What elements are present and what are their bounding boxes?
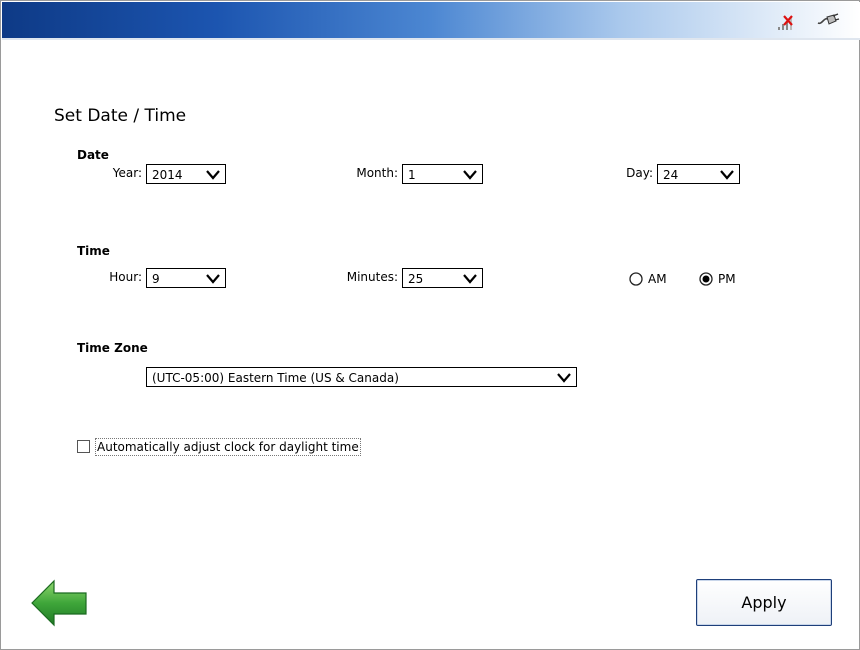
date-section-label: Date (77, 148, 109, 162)
year-select[interactable]: 2014 (146, 164, 226, 184)
timezone-select[interactable]: (UTC-05:00) Eastern Time (US & Canada) (146, 367, 577, 387)
timezone-value: (UTC-05:00) Eastern Time (US & Canada) (152, 371, 399, 385)
chevron-down-icon (557, 373, 571, 383)
page-title: Set Date / Time (54, 106, 187, 126)
daylight-checkbox[interactable] (77, 440, 90, 453)
day-label: Day: (626, 166, 653, 180)
am-radio[interactable] (629, 272, 643, 286)
year-value: 2014 (152, 168, 183, 182)
daylight-label[interactable]: Automatically adjust clock for daylight … (95, 438, 361, 456)
hour-label: Hour: (109, 270, 142, 284)
no-signal-icon (778, 15, 793, 30)
month-label: Month: (356, 166, 398, 180)
timezone-section-label: Time Zone (77, 341, 148, 355)
day-select[interactable]: 24 (657, 164, 740, 184)
apply-button[interactable]: Apply (696, 579, 832, 626)
header-divider (2, 38, 860, 40)
hour-value: 9 (152, 272, 160, 286)
minutes-label: Minutes: (346, 270, 398, 284)
hour-select[interactable]: 9 (146, 268, 226, 288)
chevron-down-icon (206, 170, 220, 180)
day-value: 24 (663, 168, 679, 182)
back-arrow-icon[interactable] (30, 578, 88, 628)
chevron-down-icon (463, 170, 477, 180)
header-bar (2, 2, 860, 40)
chevron-down-icon (463, 274, 477, 284)
chevron-down-icon (720, 170, 734, 180)
minutes-select[interactable]: 25 (402, 268, 483, 288)
window (0, 0, 860, 650)
am-label: AM (648, 272, 667, 286)
pm-radio[interactable] (699, 272, 713, 286)
chevron-down-icon (206, 274, 220, 284)
month-value: 1 (408, 168, 416, 182)
power-plug-icon (817, 13, 840, 25)
year-label: Year: (112, 166, 142, 180)
time-section-label: Time (77, 244, 110, 258)
minutes-value: 25 (408, 272, 424, 286)
month-select[interactable]: 1 (402, 164, 483, 184)
pm-label: PM (718, 272, 736, 286)
